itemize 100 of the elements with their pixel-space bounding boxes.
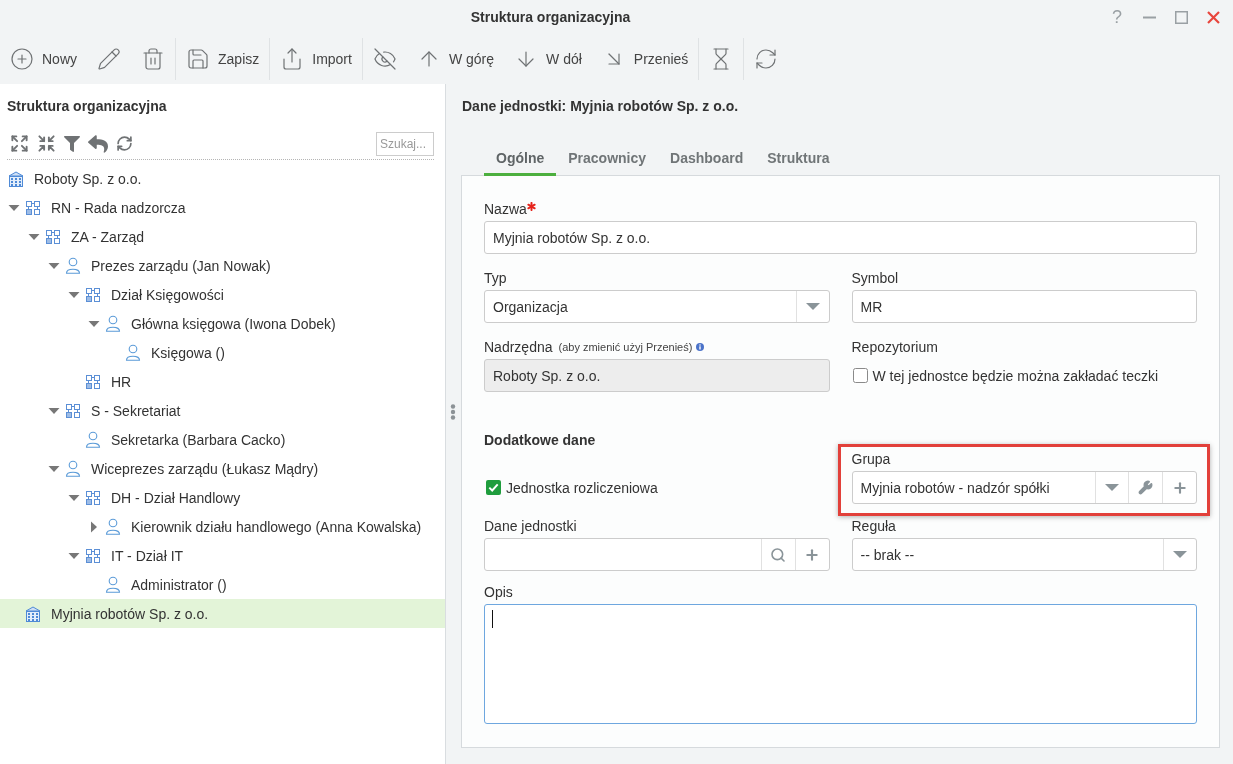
org-chart-icon (45, 228, 61, 245)
rule-select[interactable]: -- brak -- (851, 538, 1197, 571)
move-up-button[interactable]: W górę (406, 38, 505, 80)
plus-icon[interactable] (804, 546, 820, 563)
tree-item[interactable]: RN - Rada nadzorcza (0, 193, 445, 222)
parent-field: Roboty Sp. z o.o. (484, 359, 830, 392)
group-select[interactable]: Myjnia robotów - nadzór spółki (851, 471, 1197, 504)
collapse-icon[interactable] (37, 134, 56, 153)
refresh-icon[interactable] (754, 47, 779, 71)
tree-item[interactable]: DH - Dział Handlowy (0, 483, 445, 512)
person-icon (65, 257, 81, 274)
new-button[interactable]: Nowy (0, 38, 87, 80)
tree-item-label: S - Sekretariat (91, 402, 181, 419)
maximize-icon[interactable] (1174, 10, 1188, 24)
field-label: Repozytorium (851, 339, 938, 355)
panel-title: Struktura organizacyjna (7, 98, 167, 114)
person-icon (105, 315, 121, 332)
caret-down-icon[interactable] (1105, 483, 1119, 492)
undo-icon[interactable] (88, 133, 108, 154)
caret-down-icon[interactable] (805, 302, 820, 311)
name-field[interactable]: Myjnia robotów Sp. z o.o. (484, 221, 1197, 254)
tree-item[interactable]: Myjnia robotów Sp. z o.o. (0, 599, 445, 628)
field-label: Dane jednostki (484, 518, 577, 534)
tree-item-label: IT - Dział IT (111, 547, 184, 564)
tree-item[interactable]: ZA - Zarząd (0, 222, 445, 251)
tab[interactable]: Dashboard (658, 139, 756, 176)
tree-item[interactable]: Kierownik działu handlowego (Anna Kowalska) (0, 512, 445, 541)
trash-icon[interactable] (141, 47, 165, 71)
description-field[interactable] (484, 604, 1197, 724)
person-icon (85, 431, 101, 448)
move-down-button[interactable]: W dół (504, 38, 592, 80)
eye-off-icon[interactable] (372, 47, 397, 71)
symbol-field[interactable]: MR (851, 290, 1197, 323)
section-title: Dodatkowe dane (484, 431, 596, 449)
field-label: Typ (484, 270, 507, 286)
person-icon (105, 576, 121, 593)
plus-icon[interactable] (1171, 479, 1188, 496)
tree-item[interactable]: Prezes zarządu (Jan Nowak) (0, 251, 445, 280)
tree-item[interactable]: Roboty Sp. z o.o. (0, 164, 445, 193)
details-title: Dane jednostki: Myjnia robotów Sp. z o.o. (462, 98, 739, 114)
refresh-icon[interactable] (116, 135, 133, 152)
tree-item-label: Wiceprezes zarządu (Łukasz Mądry) (91, 460, 319, 477)
field-label: Symbol (851, 270, 899, 286)
org-chart-icon (85, 489, 101, 506)
tree-item[interactable]: Dział Księgowości (0, 280, 445, 309)
drag-handle-icon[interactable] (450, 404, 456, 420)
tree-item[interactable]: Księgowa () (0, 338, 445, 367)
move-button[interactable]: Przenieś (591, 38, 699, 80)
tree-item-label: DH - Dział Handlowy (111, 489, 241, 506)
tree-item[interactable]: Sekretarka (Barbara Cacko) (0, 425, 445, 454)
window-title: Struktura organizacyjna (470, 9, 631, 25)
tree-item[interactable]: Wiceprezes zarządu (Łukasz Mądry) (0, 454, 445, 483)
tree-item-label: RN - Rada nadzorcza (51, 199, 186, 216)
tree-item-label: Kierownik działu handlowego (Anna Kowalska) (131, 518, 422, 535)
tree-item-label: HR (111, 373, 132, 390)
tree-item-label: Myjnia robotów Sp. z o.o. (51, 605, 209, 622)
person-icon (65, 460, 81, 477)
checkbox-label[interactable]: Jednostka rozliczeniowa (506, 479, 658, 496)
close-icon[interactable] (1206, 10, 1220, 24)
checkbox[interactable] (486, 480, 501, 495)
search-icon[interactable] (770, 546, 786, 563)
tree-item[interactable]: S - Sekretariat (0, 396, 445, 425)
tree-item-label: ZA - Zarząd (71, 228, 145, 245)
type-select[interactable]: Organizacja (484, 290, 830, 323)
tree-item-label: Prezes zarządu (Jan Nowak) (91, 257, 271, 274)
org-chart-icon (65, 402, 81, 419)
tree-item-label: Administrator () (131, 576, 227, 593)
tab[interactable]: Pracownicy (556, 139, 659, 176)
tree-item[interactable]: Główna księgowa (Iwona Dobek) (0, 309, 445, 338)
org-chart-icon (25, 199, 41, 216)
tree-item-label: Dział Księgowości (111, 286, 224, 303)
plus-circle-icon[interactable] (10, 47, 34, 71)
field-label: Grupa (851, 451, 891, 467)
unit-data-field[interactable] (484, 538, 830, 571)
building-icon (8, 170, 24, 187)
import-button[interactable]: Import (270, 38, 362, 80)
filter-icon[interactable] (64, 135, 80, 152)
org-chart-icon (85, 373, 101, 390)
search-field[interactable]: Szukaj... (376, 131, 434, 156)
org-chart-icon (85, 286, 101, 303)
caret-down-icon[interactable] (1173, 550, 1187, 559)
tree-item[interactable]: Administrator () (0, 570, 445, 599)
tree-item-label: Roboty Sp. z o.o. (34, 170, 142, 187)
tab[interactable]: Struktura (755, 139, 842, 176)
wrench-icon[interactable] (1138, 480, 1153, 495)
tree-item[interactable]: IT - Dział IT (0, 541, 445, 570)
tree-item[interactable]: HR (0, 367, 445, 396)
minimize-icon[interactable] (1142, 15, 1156, 19)
field-label: Opis (484, 584, 513, 600)
info-icon (696, 343, 705, 351)
pencil-icon[interactable] (97, 47, 121, 71)
checkbox[interactable] (852, 368, 868, 383)
save-button[interactable]: Zapisz (176, 38, 270, 80)
org-chart-icon (85, 547, 101, 564)
field-label: Nadrzędna (484, 339, 553, 355)
field-label: Reguła (851, 518, 896, 534)
checkbox-label[interactable]: W tej jednostce będzie można zakładać teczki (872, 367, 1159, 384)
expand-icon[interactable] (10, 134, 29, 153)
tree-item-label: Sekretarka (Barbara Cacko) (111, 431, 286, 448)
text-cursor-icon (492, 610, 493, 628)
